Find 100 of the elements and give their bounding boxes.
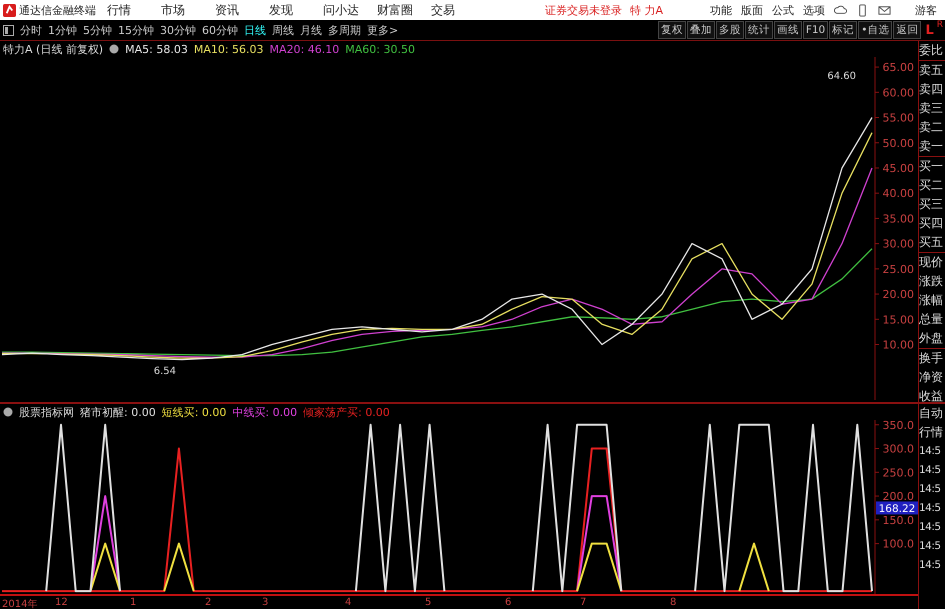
axis-tick-label: 100.0	[882, 538, 914, 551]
period-tab[interactable]: 15分钟	[115, 22, 157, 38]
legend-label: 短线买: 0.00	[162, 404, 226, 420]
period-tab[interactable]: 多周期	[325, 22, 364, 38]
toolbar-button[interactable]: 返回	[893, 21, 922, 39]
period-tab[interactable]: 1分钟	[45, 22, 80, 38]
toolbar-button[interactable]: 标记	[829, 21, 858, 39]
axis-tick-label: 300.0	[882, 442, 914, 456]
axis-tick-label: 30.00	[882, 238, 914, 251]
axis-tick-label: 35.00	[882, 212, 914, 226]
side-panel-item[interactable]: 行情	[919, 423, 945, 442]
legend-label: 中线买: 0.00	[232, 404, 298, 420]
quote-field-label[interactable]: 卖一	[919, 137, 945, 156]
axis-tick-label: 1	[130, 597, 136, 608]
side-panel-item[interactable]: 14:5	[919, 442, 945, 461]
period-tab[interactable]: 30分钟	[157, 22, 199, 38]
side-panel-item[interactable]: 14:5	[919, 480, 945, 499]
toolbar-button[interactable]: •自选	[858, 21, 892, 39]
axis-tick-label: 8	[670, 597, 676, 608]
menu-item[interactable]: 交易	[431, 2, 485, 18]
menu-item[interactable]: 市场	[161, 2, 215, 18]
cloud-icon[interactable]	[834, 4, 847, 16]
axis-tick-label: 60.00	[882, 86, 914, 100]
logo-icon	[3, 4, 16, 16]
quote-field-label[interactable]: 委比	[919, 41, 945, 60]
axis-tick-label: 65.00	[882, 61, 914, 74]
axis-tick-label: 12	[55, 597, 68, 608]
quote-field-label[interactable]: 涨幅	[919, 291, 945, 310]
cursor-value-label: 168.22	[876, 501, 918, 515]
settings-icon[interactable]	[3, 407, 13, 417]
chart-title: 特力A (日线 前复权)	[3, 42, 104, 56]
quote-field-label[interactable]: 现价	[919, 252, 945, 272]
menu-item[interactable]: 公式	[772, 2, 794, 18]
axis-tick-label: 50.00	[882, 136, 914, 150]
legend-label: MA60: 30.50	[345, 42, 415, 56]
panel-toggle-icon[interactable]	[3, 24, 14, 36]
price-label: 6.54	[154, 366, 176, 377]
axis-tick-label: 55.00	[882, 112, 914, 125]
menu-item[interactable]: 行情	[107, 2, 161, 18]
legend-label: 猪市初醒: 0.00	[80, 404, 156, 420]
menu-item[interactable]: 问小达	[323, 2, 377, 18]
quote-field-label[interactable]: 卖五	[919, 60, 945, 80]
corner-label: L	[925, 22, 934, 38]
axis-tick-label: 5	[425, 597, 432, 608]
toolbar-button[interactable]: 画线	[774, 21, 802, 39]
side-panel-item[interactable]: 14:5	[919, 518, 945, 537]
chart-title: 股票指标网	[19, 404, 74, 420]
quote-field-label[interactable]: 卖二	[919, 118, 945, 137]
quote-field-label[interactable]: 卖四	[919, 80, 945, 99]
quote-field-label[interactable]: 净资	[919, 368, 945, 387]
period-tab[interactable]: 周线	[269, 22, 297, 38]
quote-field-label[interactable]: 买一	[919, 156, 945, 176]
quote-field-label[interactable]: 卖三	[919, 99, 945, 118]
menu-item[interactable]: 选项	[803, 2, 825, 18]
axis-tick-label: 4	[345, 597, 352, 608]
axis-tick-label: 2014年	[2, 598, 38, 609]
axis-tick-label: 2	[205, 597, 212, 608]
side-panel-item[interactable]: 14:5	[919, 537, 945, 556]
menu-item[interactable]: 版面	[741, 2, 763, 18]
price-label: 64.60	[827, 71, 856, 82]
period-tab[interactable]: 5分钟	[80, 22, 115, 38]
axis-tick-label: 6	[505, 597, 512, 608]
quote-field-label[interactable]: 换手	[919, 348, 945, 368]
toolbar-button[interactable]: 叠加	[686, 21, 715, 39]
side-panel-item[interactable]: 14:5	[919, 461, 945, 480]
toolbar-button[interactable]: F10	[802, 21, 828, 39]
menu-item[interactable]: 资讯	[215, 2, 269, 18]
toolbar-button[interactable]: 多股	[716, 21, 744, 39]
period-tab[interactable]: 60分钟	[199, 22, 241, 38]
menu-item[interactable]: 发现	[269, 2, 323, 18]
quote-field-label[interactable]: 买五	[919, 233, 945, 252]
axis-tick-label: 10.00	[882, 338, 914, 352]
side-panel-item[interactable]: 自动	[919, 404, 945, 423]
toolbar-button[interactable]: 统计	[744, 21, 773, 39]
menu-item[interactable]: 财富圈	[377, 2, 431, 18]
axis-tick-label: 3	[262, 597, 268, 608]
period-tab[interactable]: 分时	[17, 22, 45, 38]
quote-field-label[interactable]: 买二	[919, 176, 945, 195]
quote-field-label[interactable]: 收益	[919, 387, 945, 406]
quote-field-label[interactable]: 买三	[919, 195, 945, 214]
legend-label: MA10: 56.03	[194, 42, 264, 56]
quote-field-label[interactable]: 涨跌	[919, 272, 945, 291]
period-tab[interactable]: 月线	[297, 22, 325, 38]
axis-tick-label: 200.0	[882, 490, 914, 504]
period-tab[interactable]: 更多>	[364, 22, 402, 38]
period-tab[interactable]: 日线	[241, 22, 269, 38]
side-panel-item[interactable]: 14:5	[919, 556, 945, 575]
corner-label: R	[936, 20, 943, 30]
quote-field-label[interactable]: 总量	[919, 310, 945, 329]
axis-tick-label: 7	[580, 597, 586, 608]
menu-item[interactable]: 功能	[710, 2, 732, 18]
side-panel-item[interactable]: 14:5	[919, 499, 945, 518]
user-label[interactable]: 游客	[915, 2, 937, 18]
quote-field-label[interactable]: 外盘	[919, 329, 945, 348]
quote-field-label[interactable]: 买四	[919, 214, 945, 233]
settings-icon[interactable]	[109, 44, 120, 54]
mail-icon[interactable]	[878, 4, 891, 16]
toolbar-button[interactable]: 复权	[658, 21, 686, 39]
legend-label: MA5: 58.03	[125, 42, 188, 56]
legend-label: 倾家荡产买: 0.00	[303, 404, 390, 420]
